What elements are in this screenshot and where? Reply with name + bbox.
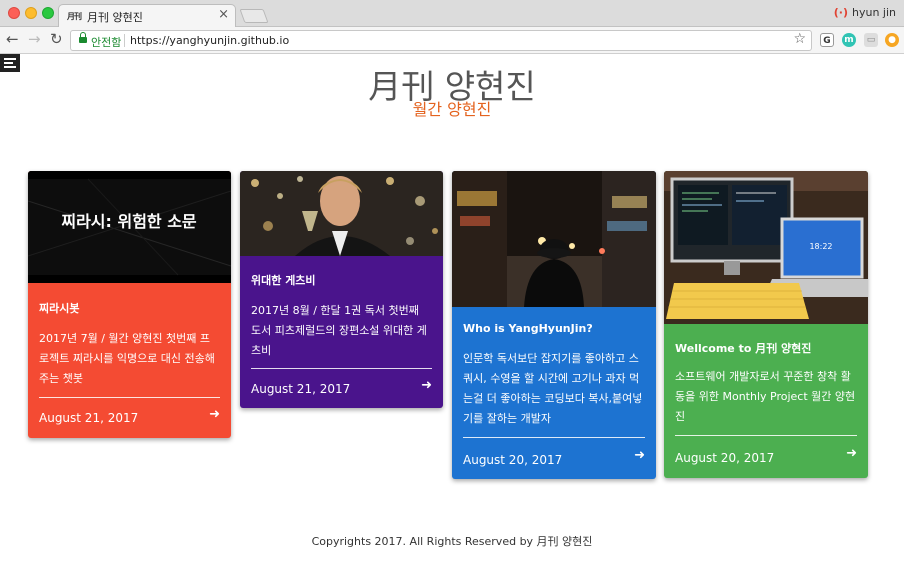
card-divider: [463, 437, 645, 438]
bookmark-star-icon[interactable]: ☆: [793, 31, 806, 47]
cast-extension-icon[interactable]: ▭: [864, 33, 878, 47]
extension-m-icon[interactable]: m: [842, 33, 856, 47]
post-thumbnail-image: 18:22: [664, 171, 868, 324]
post-card-jjirasibot[interactable]: 찌라시: 위험한 소문 찌라시봇 2017년 7월 / 월간 양현진 첫번째 프…: [28, 171, 231, 438]
arrow-right-icon[interactable]: ➜: [421, 378, 432, 393]
arrow-right-icon[interactable]: ➜: [209, 407, 220, 422]
new-tab-button[interactable]: [239, 9, 269, 23]
card-description: 2017년 8월 / 한달 1권 독서 첫번째 도서 피츠제럴드의 장편소설 위…: [251, 304, 427, 357]
profile-icon: (·): [833, 6, 848, 19]
maximize-window-button[interactable]: [42, 7, 54, 19]
secure-label: 안전함: [91, 36, 122, 49]
card-date: August 21, 2017: [39, 411, 139, 425]
post-thumbnail-image: 찌라시: 위험한 소문: [28, 171, 231, 283]
browser-titlebar: 月刊 月刊 양현진 × (·) hyun jin: [0, 0, 904, 28]
footer-copyright: Copyrights 2017. All Rights Reserved by …: [311, 535, 593, 548]
forward-arrow-icon[interactable]: →: [28, 30, 41, 48]
laptop-clock: 18:22: [809, 242, 832, 251]
thumbnail-caption: 찌라시: 위험한 소문: [61, 212, 197, 231]
close-window-button[interactable]: [8, 7, 20, 19]
divider: [124, 34, 125, 47]
post-card-welcome[interactable]: 18:22 Wellcome to 月刊 양현진 소프트웨어 개발자로서 꾸준한…: [664, 171, 868, 478]
grammarly-extension-icon[interactable]: G: [820, 33, 834, 47]
post-thumbnail-image: [240, 171, 443, 256]
card-divider: [675, 435, 857, 436]
profile-name: hyun jin: [851, 6, 896, 19]
browser-toolbar: ← → ↻ 안전함 https://yanghyunjin.github.io …: [0, 27, 904, 54]
lock-icon: [79, 32, 87, 44]
profile-button[interactable]: (·) hyun jin: [834, 6, 896, 19]
card-description: 소프트웨어 개발자로서 꾸준한 창착 활동을 위한 Monthly Projec…: [675, 370, 856, 423]
card-description: 인문학 독서보단 잡지기를 좋아하고 스쿼시, 수영을 할 시간에 고기나 과자…: [463, 352, 643, 425]
card-date: August 21, 2017: [251, 382, 351, 396]
card-title: Wellcome to 月刊 양현진: [675, 342, 812, 355]
card-date: August 20, 2017: [675, 451, 775, 465]
card-divider: [251, 368, 432, 369]
reload-icon[interactable]: ↻: [50, 30, 63, 48]
site-subtitle: 월간 양현진: [412, 100, 492, 119]
card-divider: [39, 397, 220, 398]
url-text[interactable]: https://yanghyunjin.github.io: [130, 34, 289, 47]
post-card-who-is[interactable]: Who is YangHyunJin? 인문학 독서보단 잡지기를 좋아하고 스…: [452, 171, 656, 479]
tab-title: 月刊 양현진: [87, 11, 143, 24]
browser-tab[interactable]: 月刊 月刊 양현진 ×: [58, 4, 236, 28]
close-tab-icon[interactable]: ×: [218, 7, 229, 22]
post-card-great-gatsby[interactable]: 위대한 게츠비 2017년 8월 / 한달 1권 독서 첫번째 도서 피츠제럴드…: [240, 171, 443, 408]
card-date: August 20, 2017: [463, 453, 563, 467]
minimize-window-button[interactable]: [25, 7, 37, 19]
card-description: 2017년 7월 / 월간 양현진 첫번째 프로젝트 찌라시를 익명으로 대신 …: [39, 332, 215, 385]
card-title: Who is YangHyunJin?: [463, 322, 593, 335]
card-title: 찌라시봇: [39, 302, 80, 315]
extension-orange-icon[interactable]: ●: [885, 33, 899, 47]
post-thumbnail-image: [452, 171, 656, 307]
card-title: 위대한 게츠비: [251, 274, 316, 287]
address-bar[interactable]: 안전함 https://yanghyunjin.github.io ☆: [70, 30, 812, 51]
back-arrow-icon[interactable]: ←: [6, 30, 19, 48]
arrow-right-icon[interactable]: ➜: [634, 448, 645, 463]
favicon-icon: 月刊: [67, 12, 82, 21]
arrow-right-icon[interactable]: ➜: [846, 446, 857, 461]
